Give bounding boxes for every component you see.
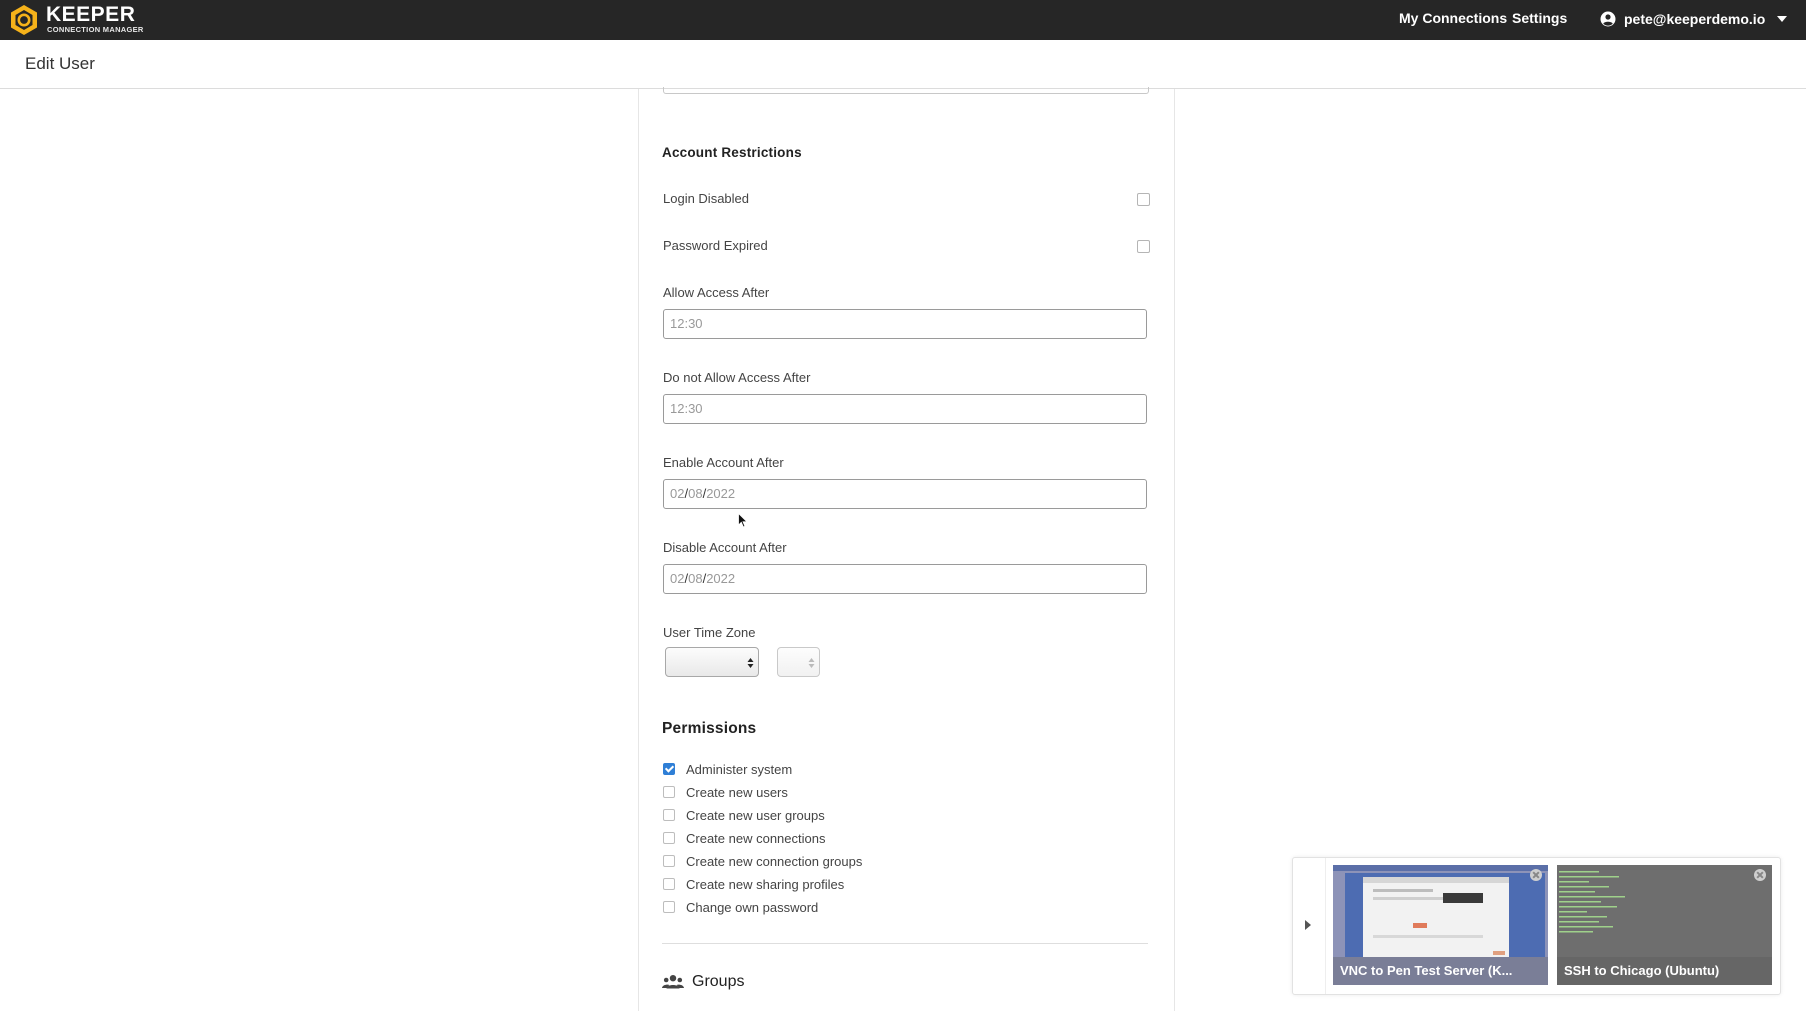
permission-checkbox[interactable] <box>663 855 675 867</box>
permission-checkbox[interactable] <box>663 901 675 913</box>
page-header: Edit User <box>0 40 1806 89</box>
connection-thumbnail-vnc[interactable]: VNC to Pen Test Server (K... <box>1333 865 1548 985</box>
mouse-cursor-icon <box>738 513 748 528</box>
deny-access-after-label: Do not Allow Access After <box>663 370 811 385</box>
edit-user-form: Account Restrictions Login Disabled Pass… <box>638 87 1175 1011</box>
select-arrows-icon <box>808 658 815 668</box>
groups-heading-text: Groups <box>692 973 745 990</box>
permission-create-new-connections[interactable]: Create new connections <box>663 829 825 847</box>
time-zone-region-select[interactable] <box>665 647 759 677</box>
enable-month: 02 <box>670 486 685 501</box>
deny-access-after-input[interactable]: 12:30 <box>663 394 1147 424</box>
enable-account-after-input[interactable]: 02/08/2022 <box>663 479 1147 509</box>
keeper-logo-icon <box>11 5 37 35</box>
connection-thumbnail-ssh[interactable]: SSH to Chicago (Ubuntu) <box>1557 865 1772 985</box>
login-disabled-checkbox[interactable] <box>1137 193 1150 206</box>
disable-day: 08 <box>688 571 703 586</box>
disable-month: 02 <box>670 571 685 586</box>
tray-collapse-toggle[interactable] <box>1293 858 1326 994</box>
permission-label: Create new connections <box>686 830 826 846</box>
active-connections-tray: VNC to Pen Test Server (K... SSH to Chic… <box>1292 857 1781 995</box>
permission-create-new-connection-groups[interactable]: Create new connection groups <box>663 852 862 870</box>
keeper-logo[interactable]: KEEPER CONNECTION MANAGER <box>8 2 148 36</box>
connection-caption: SSH to Chicago (Ubuntu) <box>1557 957 1772 985</box>
password-expired-checkbox[interactable] <box>1137 240 1150 253</box>
groups-icon <box>662 975 684 989</box>
password-expired-label: Password Expired <box>663 238 768 253</box>
permission-checkbox[interactable] <box>663 832 675 844</box>
caret-down-icon <box>1777 16 1788 22</box>
permission-create-new-user-groups[interactable]: Create new user groups <box>663 806 825 824</box>
close-connection-icon[interactable] <box>1530 869 1542 881</box>
user-account-icon <box>1600 11 1616 27</box>
brand-name: KEEPER <box>46 3 136 26</box>
permission-checkbox[interactable] <box>663 809 675 821</box>
time-zone-select[interactable] <box>777 647 820 677</box>
account-restrictions-heading: Account Restrictions <box>662 145 802 160</box>
permission-label: Administer system <box>686 761 793 777</box>
permission-create-new-users[interactable]: Create new users <box>663 783 788 801</box>
user-email: pete@keeperdemo.io <box>1624 11 1766 27</box>
deny-access-after-value: 12:30 <box>670 401 703 416</box>
groups-section-heading: Groups <box>662 973 744 991</box>
permissions-heading: Permissions <box>662 720 757 737</box>
select-arrows-icon <box>747 658 754 668</box>
allow-access-after-input[interactable]: 12:30 <box>663 309 1147 339</box>
nav-settings[interactable]: Settings <box>1512 10 1567 26</box>
allow-access-after-value: 12:30 <box>670 316 703 331</box>
connection-caption: VNC to Pen Test Server (K... <box>1333 957 1548 985</box>
previous-field-edge <box>663 87 1149 94</box>
permission-create-new-sharing-profiles[interactable]: Create new sharing profiles <box>663 875 844 893</box>
top-navigation-bar: KEEPER CONNECTION MANAGER My Connections… <box>0 0 1806 40</box>
enable-year: 2022 <box>706 486 736 501</box>
enable-account-after-label: Enable Account After <box>663 455 784 470</box>
login-disabled-label: Login Disabled <box>663 191 750 206</box>
permission-administer-system[interactable]: Administer system <box>663 760 792 778</box>
user-time-zone-label: User Time Zone <box>663 625 756 640</box>
close-connection-icon[interactable] <box>1754 869 1766 881</box>
caret-right-icon <box>1305 920 1311 930</box>
permission-checkbox[interactable] <box>663 878 675 890</box>
permission-label: Create new connection groups <box>686 853 863 869</box>
user-menu[interactable]: pete@keeperdemo.io <box>1600 8 1788 30</box>
permission-change-own-password[interactable]: Change own password <box>663 898 818 916</box>
section-divider <box>662 943 1148 944</box>
disable-account-after-input[interactable]: 02/08/2022 <box>663 564 1147 594</box>
permission-label: Create new user groups <box>686 807 825 823</box>
permission-label: Create new users <box>686 784 788 800</box>
disable-year: 2022 <box>706 571 736 586</box>
permission-label: Create new sharing profiles <box>686 876 845 892</box>
permission-checkbox[interactable] <box>663 786 675 798</box>
brand-subtitle: CONNECTION MANAGER <box>47 25 144 34</box>
permission-checkbox[interactable] <box>663 763 675 775</box>
enable-day: 08 <box>688 486 703 501</box>
permission-label: Change own password <box>686 899 819 915</box>
nav-my-connections[interactable]: My Connections <box>1399 10 1507 26</box>
page-title: Edit User <box>25 54 95 73</box>
allow-access-after-label: Allow Access After <box>663 285 770 300</box>
disable-account-after-label: Disable Account After <box>663 540 787 555</box>
